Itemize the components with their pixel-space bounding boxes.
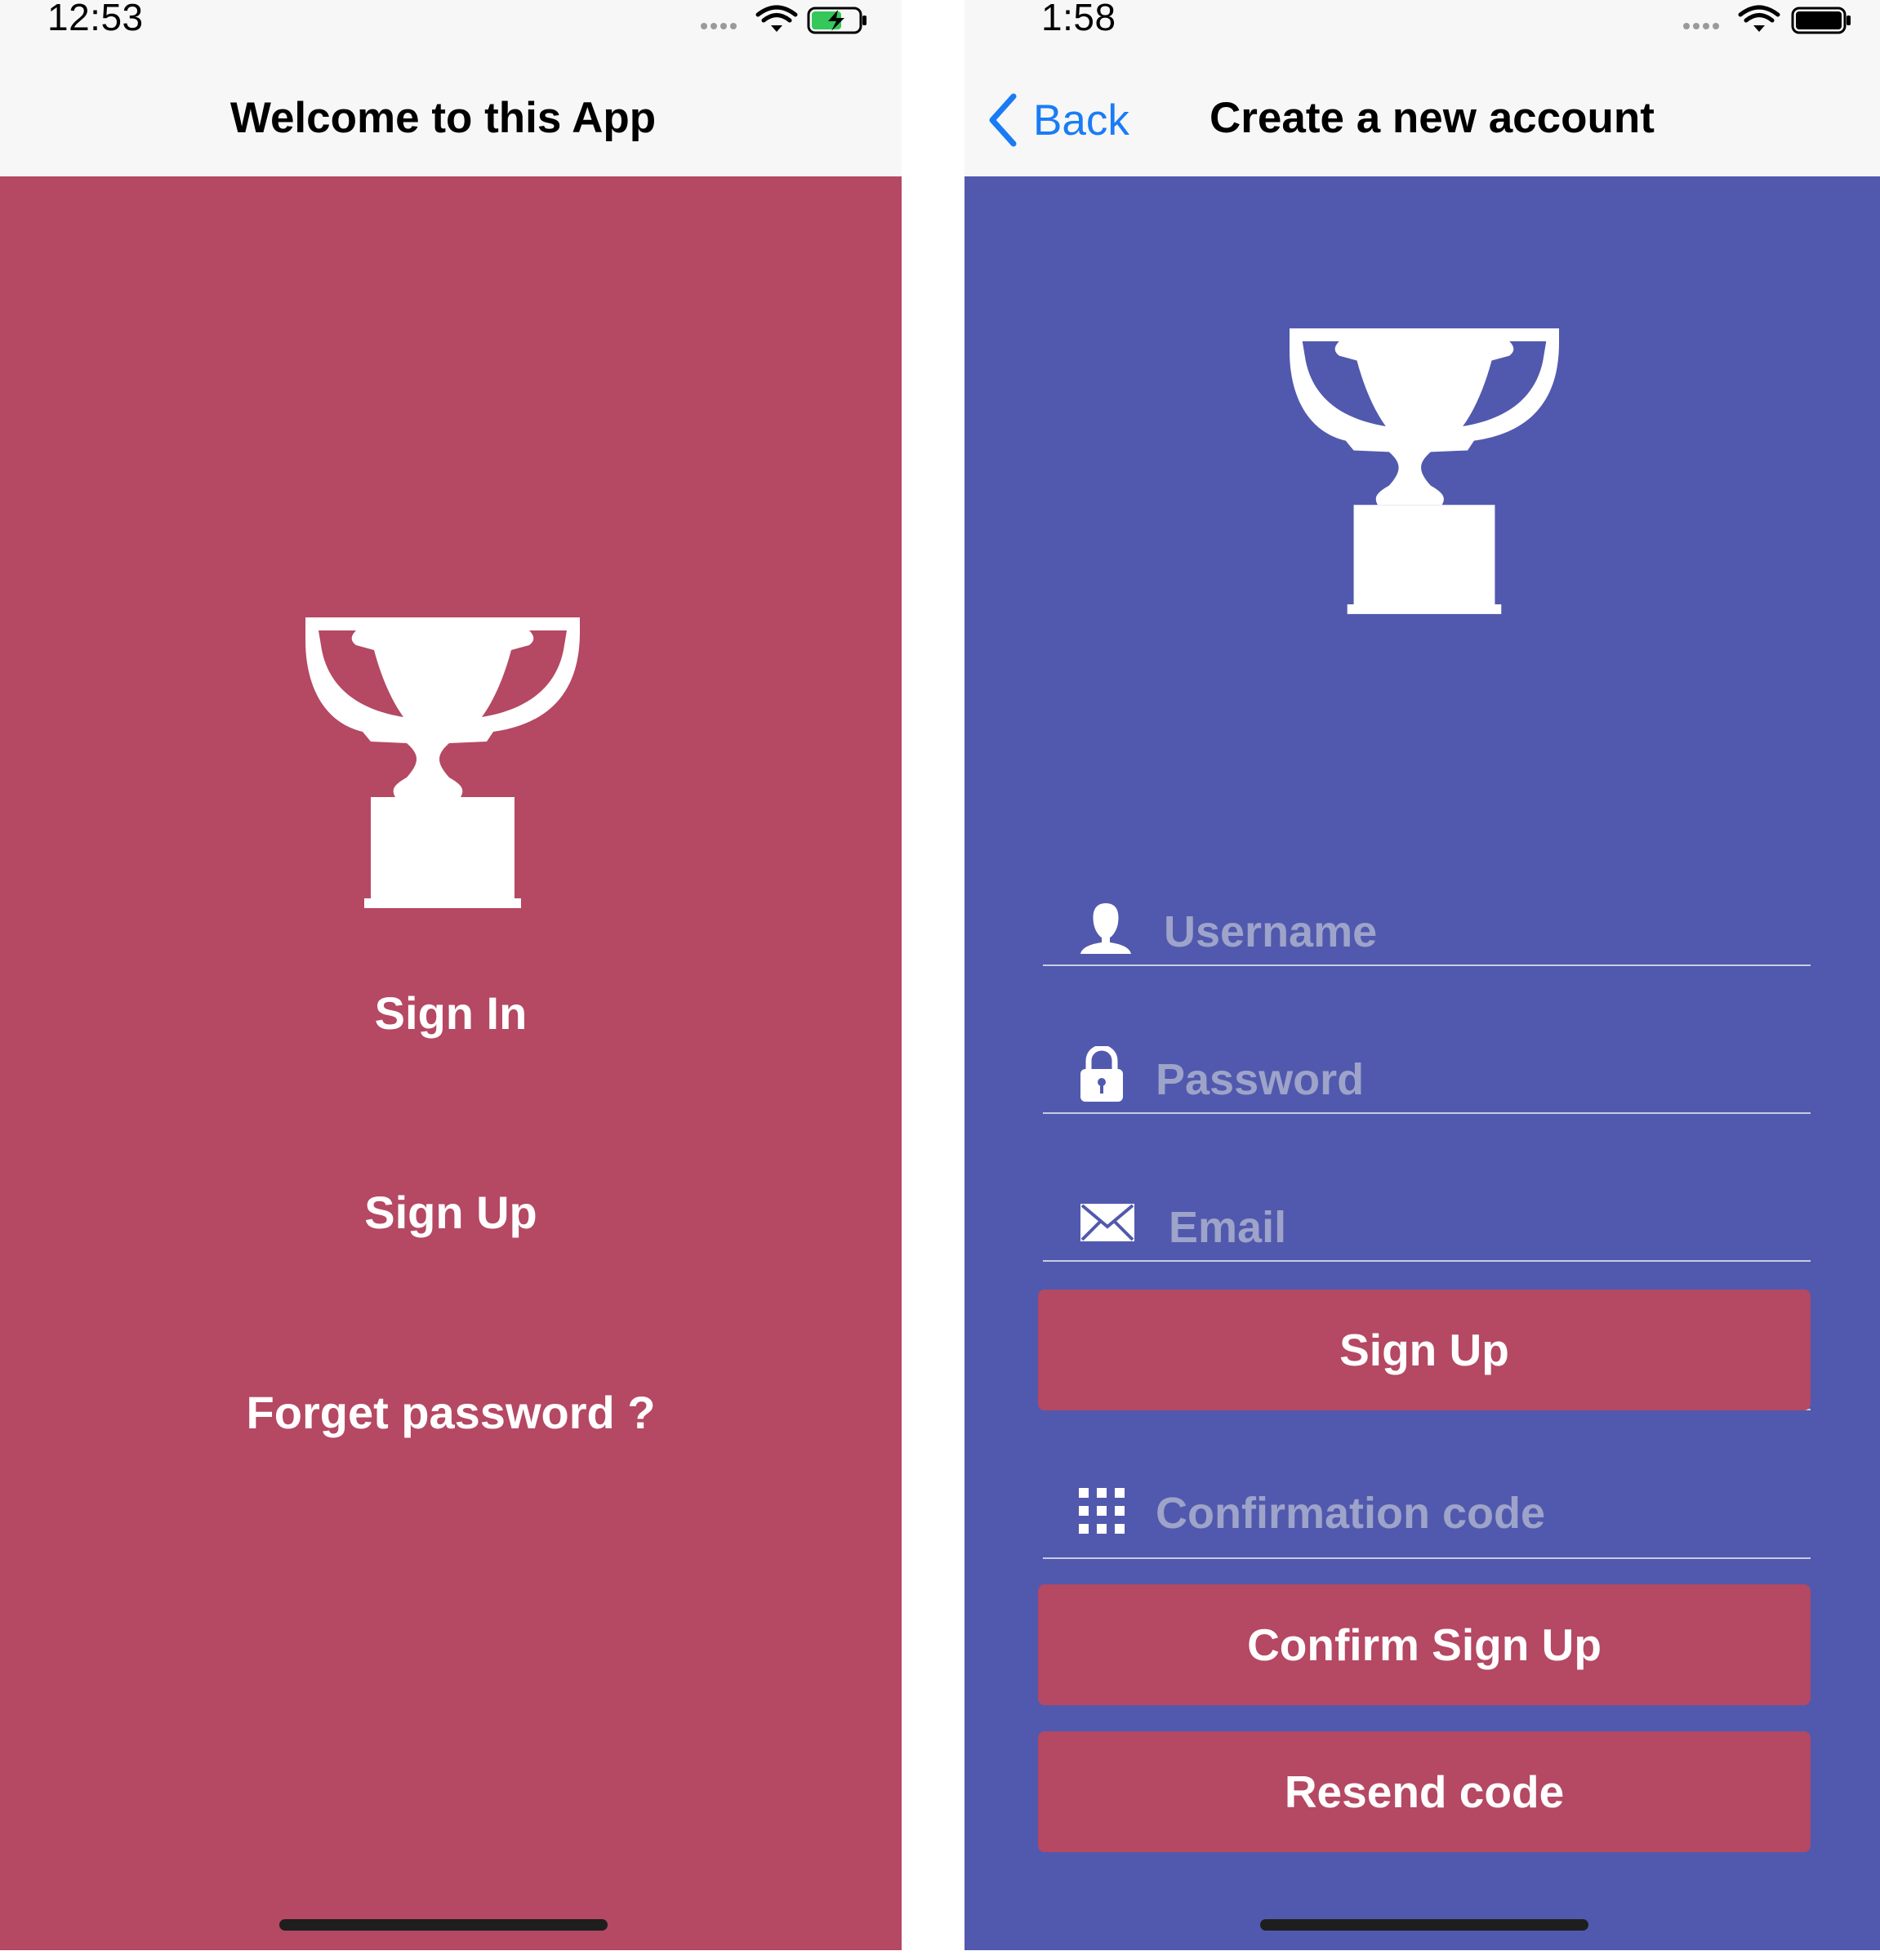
- navigation-bar: Back Create a new account: [965, 57, 1880, 176]
- sign-up-link[interactable]: Sign Up: [0, 1186, 902, 1239]
- status-bar: 12:53: [0, 0, 902, 57]
- wifi-icon: [1738, 5, 1780, 23]
- email-input[interactable]: [1169, 1199, 1781, 1256]
- confirm-sign-up-button[interactable]: Confirm Sign Up: [1038, 1584, 1811, 1705]
- welcome-screen: 12:53 Welcome to this App Sign In Sign U…: [0, 0, 902, 1950]
- back-label: Back: [1033, 96, 1129, 145]
- main-content: Sign In Sign Up Forget password ?: [0, 176, 902, 1950]
- username-input[interactable]: [1164, 903, 1784, 960]
- divider: [1043, 1260, 1811, 1262]
- password-field[interactable]: [1043, 966, 1811, 1114]
- lock-icon: [1080, 1046, 1123, 1102]
- home-indicator[interactable]: [1260, 1919, 1588, 1931]
- battery-full-icon: [1791, 7, 1851, 34]
- forgot-password-link[interactable]: Forget password ?: [0, 1386, 902, 1439]
- email-field[interactable]: [1043, 1114, 1811, 1262]
- chevron-left-icon: [989, 93, 1017, 147]
- divider: [1043, 1557, 1811, 1559]
- user-icon: [1080, 903, 1131, 954]
- password-input[interactable]: [1156, 1051, 1784, 1108]
- page-title: Create a new account: [1210, 94, 1655, 142]
- envelope-icon: [1080, 1204, 1134, 1241]
- resend-code-button[interactable]: Resend code: [1038, 1731, 1811, 1852]
- trophy-icon: [1290, 328, 1559, 614]
- home-indicator[interactable]: [279, 1919, 608, 1931]
- username-field[interactable]: [1043, 818, 1811, 966]
- sign-up-button[interactable]: Sign Up: [1038, 1290, 1811, 1410]
- wifi-icon: [755, 5, 798, 23]
- confirmation-code-field[interactable]: [1043, 1411, 1811, 1559]
- navigation-bar: Welcome to this App: [0, 57, 902, 176]
- confirmation-code-input[interactable]: [1156, 1485, 1793, 1542]
- battery-charging-icon: [807, 7, 866, 34]
- sign-in-link[interactable]: Sign In: [0, 987, 902, 1040]
- signal-icon: [1683, 23, 1719, 29]
- create-account-screen: 1:58 Back Create a new account Username …: [965, 0, 1880, 1950]
- signal-icon: [701, 23, 737, 29]
- status-icons: [1683, 5, 1851, 34]
- main-content: Sign Up Confirm Sign Up Resend code: [965, 176, 1880, 1950]
- status-time: 12:53: [47, 0, 144, 38]
- status-icons: [701, 5, 866, 34]
- status-bar: 1:58: [965, 0, 1880, 57]
- back-button[interactable]: Back: [986, 91, 1129, 149]
- trophy-icon: [305, 617, 580, 908]
- status-time: 1:58: [1041, 0, 1116, 38]
- keypad-icon: [1079, 1488, 1125, 1534]
- page-title: Welcome to this App: [229, 94, 657, 142]
